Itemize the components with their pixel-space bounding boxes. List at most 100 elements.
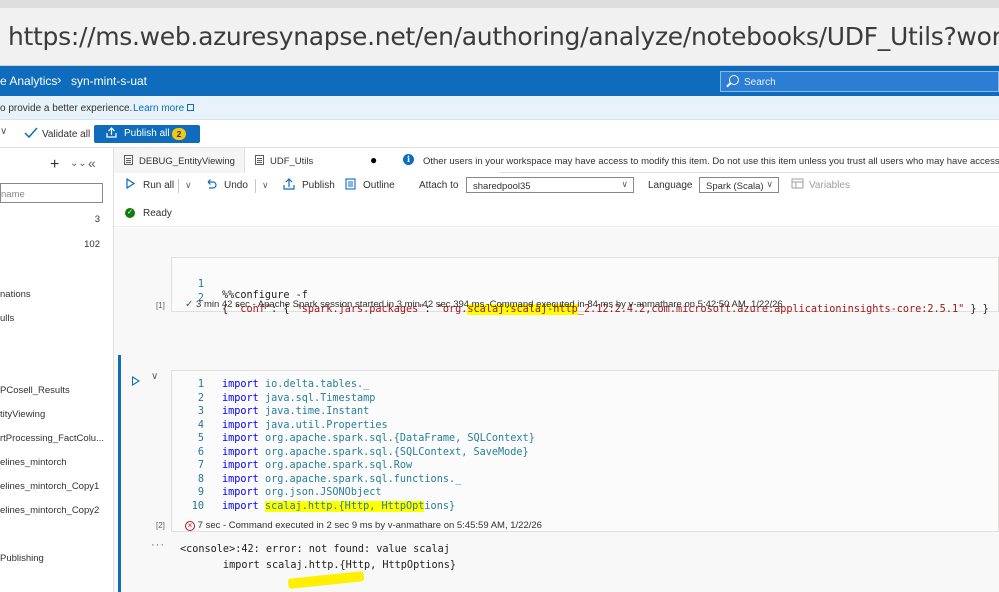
code-text: import org.json.JSONObject [222, 487, 382, 498]
run-cell-icon[interactable] [132, 376, 140, 386]
notebook-toolbar: Run all ∨ Undo ∨ Publish Outline Attach … [114, 173, 999, 199]
outline-icon[interactable] [345, 178, 356, 193]
language-label: Language [648, 180, 693, 191]
unsaved-changes-dot[interactable]: ● [370, 153, 377, 167]
active-cell-indicator [118, 355, 121, 592]
pending-changes-badge: 2 [172, 128, 186, 140]
tree-item[interactable]: Publishing [0, 553, 44, 564]
line-number: 1 [197, 379, 204, 390]
code-token: import [222, 419, 259, 431]
notebook-icon [255, 155, 264, 165]
code-token: import [222, 473, 259, 485]
tree-item[interactable]: nations [0, 289, 31, 300]
learn-more-link[interactable]: Learn more [133, 103, 195, 114]
error-output-line: import scalaj.http.{Http, HttpOptions} [180, 560, 457, 571]
error-output-line: <console>:42: error: not found: value sc… [180, 544, 450, 555]
filter-placeholder: name [1, 189, 25, 200]
publish-button[interactable]: Publish [302, 180, 335, 191]
validate-all-button[interactable]: Validate all [42, 129, 90, 140]
app-title[interactable]: e Analytics [0, 74, 57, 88]
run-options-chevron-icon[interactable]: ∨ [185, 180, 192, 191]
undo-button[interactable]: Undo [224, 180, 248, 191]
code-cell[interactable]: 1 import io.delta.tables._ 2 import java.s… [156, 370, 999, 532]
execution-summary: 7 sec - Command executed in 2 sec 9 ms b… [197, 520, 542, 531]
code-text: import java.sql.Timestamp [222, 393, 375, 404]
collapse-all-icon[interactable]: ⌄⌄ [70, 158, 87, 169]
count-badge: 102 [84, 239, 100, 250]
main-toolbar: ∨ Validate all Publish all 2 [0, 120, 999, 148]
execution-count: [2] [156, 521, 165, 530]
undo-icon[interactable] [205, 178, 217, 192]
tab-label: DEBUG_EntityViewing [139, 156, 235, 167]
tree-item[interactable]: elines_mintorch [0, 457, 67, 468]
external-link-icon [187, 104, 195, 111]
learn-more-text[interactable]: Learn more [133, 103, 184, 114]
tree-item[interactable]: elines_mintorch_Copy2 [0, 505, 99, 516]
execution-summary: 3 min 42 sec - Apache Spark session star… [196, 299, 783, 310]
validate-icon[interactable] [24, 127, 38, 142]
count-badge: 3 [94, 214, 100, 225]
info-icon: i [403, 154, 414, 165]
app-header: e Analytics › syn-mint-s-uat Search [0, 66, 999, 96]
code-token: org.apache.spark.sql.functions._ [264, 473, 462, 485]
search-placeholder: Search [744, 77, 776, 88]
run-all-button[interactable]: Run all [143, 180, 174, 191]
code-token: java.sql.Timestamp [264, 392, 376, 404]
divider [178, 179, 179, 193]
undo-options-chevron-icon[interactable]: ∨ [262, 180, 269, 191]
notebook-icon [124, 155, 133, 165]
checkmark-icon: ✓ [185, 299, 194, 310]
search-input[interactable]: Search [720, 71, 999, 92]
collapse-cell-icon[interactable]: ∨ [151, 371, 158, 382]
line-number: 6 [197, 446, 204, 458]
line-number: 5 [197, 433, 204, 444]
tree-item[interactable]: tityViewing [0, 409, 45, 420]
code-token: } } [970, 304, 989, 315]
error-icon: × [185, 521, 195, 531]
code-text: import org.apache.spark.sql.Row [222, 460, 412, 471]
code-token: import [222, 446, 259, 458]
divider [255, 179, 256, 193]
attach-to-select[interactable]: sharedpool35 ∨ [466, 177, 634, 193]
browser-tab-strip [0, 0, 999, 8]
code-token: org.apache.spark.sql.Row [264, 460, 413, 471]
tree-item[interactable]: ulls [0, 313, 14, 324]
tree-item[interactable]: elines_mintorch_Copy1 [0, 481, 99, 492]
code-token: org.json.JSONObject [264, 487, 382, 498]
collapse-pane-icon[interactable]: « [88, 155, 96, 171]
output-more-icon[interactable]: ··· [151, 539, 165, 551]
tab-debug-entityviewing[interactable]: DEBUG_EntityViewing [114, 148, 245, 173]
filter-input[interactable]: name [0, 183, 103, 203]
notebook-canvas: 1 %%configure -f 2 { "conf": { "spark.ja… [114, 228, 999, 592]
add-resource-icon[interactable]: + [50, 156, 59, 174]
tree-item[interactable]: PCosell_Results [0, 385, 70, 396]
code-cell[interactable]: 1 %%configure -f 2 { "conf": { "spark.ja… [156, 257, 999, 315]
publish-all-button[interactable]: Publish all 2 [94, 125, 200, 143]
attach-to-label: Attach to [419, 180, 459, 191]
status-text: Ready [143, 208, 172, 219]
banner-text: o provide a better experience. [0, 103, 133, 114]
url-text[interactable]: https://ms.web.azuresynapse.net/en/autho… [8, 22, 999, 51]
tree-item[interactable]: rtProcessing_FactColu... [0, 433, 104, 444]
code-token: java.util.Properties [264, 419, 388, 431]
code-token: org.apache.spark.sql.{DataFrame, SQLCont… [264, 433, 535, 444]
code-token: java.time.Instant [264, 406, 370, 417]
tab-label: UDF_Utils [270, 156, 314, 167]
address-bar[interactable]: https://ms.web.azuresynapse.net/en/autho… [0, 8, 999, 66]
line-number: 9 [197, 487, 204, 498]
run-all-icon[interactable] [126, 177, 136, 192]
workspace-name[interactable]: syn-mint-s-uat [71, 74, 147, 88]
variables-icon[interactable] [791, 178, 804, 192]
language-select[interactable]: Spark (Scala) ∨ [699, 177, 779, 193]
line-number: 7 [197, 460, 204, 471]
line-number: 4 [197, 419, 204, 431]
chevron-down-icon[interactable]: ∨ [0, 126, 7, 137]
outline-button[interactable]: Outline [363, 180, 395, 191]
code-line: 2 { "conf": { "spark.jars.packages": "or… [172, 282, 989, 315]
language-value: Spark (Scala) [706, 181, 764, 192]
attach-to-value: sharedpool35 [473, 181, 531, 192]
variables-button[interactable]: Variables [809, 180, 850, 191]
code-token: io.delta.tables._ [264, 379, 370, 390]
publish-icon[interactable] [283, 178, 295, 193]
line-number: 3 [197, 406, 204, 417]
